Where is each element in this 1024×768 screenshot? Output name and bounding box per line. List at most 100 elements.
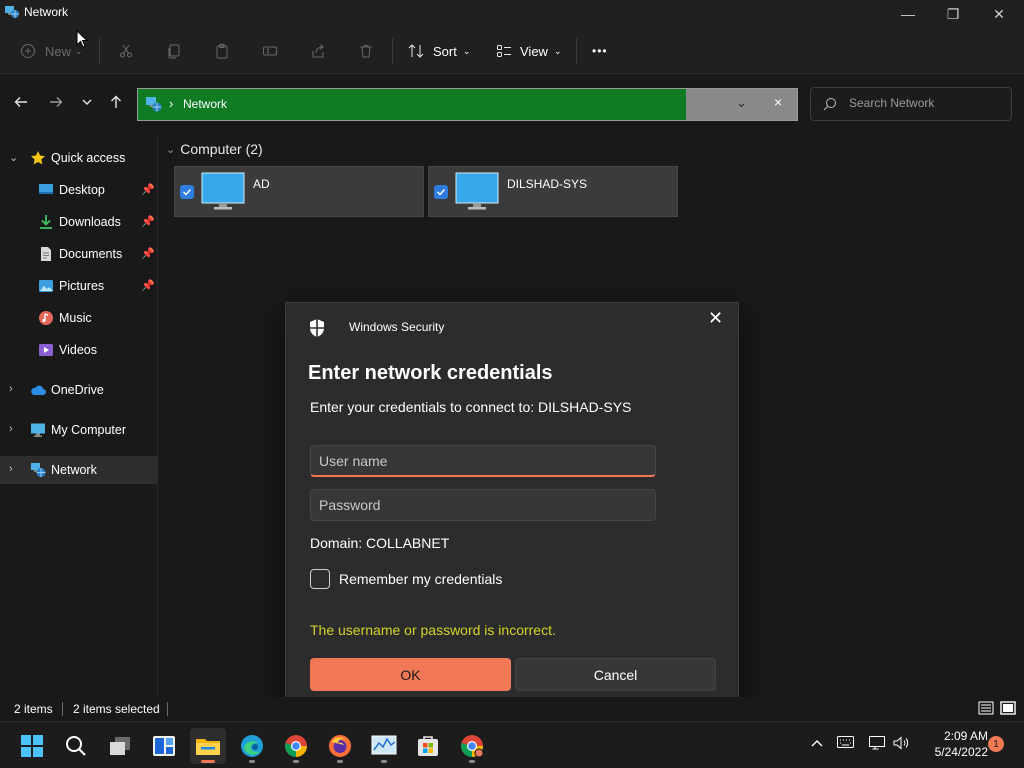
computer-tile-ad[interactable]: AD [174,166,424,217]
chevron-up-icon[interactable] [811,736,823,751]
pin-icon: 📌 [141,280,155,292]
firefox-button[interactable] [322,728,358,764]
folder-icon [196,739,220,755]
close-icon[interactable]: ✕ [708,308,723,329]
sidebar-item-pictures[interactable]: Pictures 📌 [0,272,157,300]
up-button[interactable] [104,90,128,114]
sidebar-item-my-computer[interactable]: › My Computer [0,416,157,444]
remember-credentials[interactable]: Remember my credentials [310,569,502,589]
running-indicator [337,760,343,763]
widgets-icon [153,736,175,756]
sidebar-item-videos[interactable]: Videos [0,336,157,364]
new-button[interactable]: New ⌄ [20,38,83,64]
share-button[interactable] [310,38,326,64]
recent-locations-button[interactable] [75,90,99,114]
username-field[interactable] [310,445,656,477]
search-box[interactable] [810,87,1012,121]
chevron-right-icon[interactable]: › [9,383,13,395]
sidebar-item-documents[interactable]: Documents 📌 [0,240,157,268]
volume-icon[interactable] [893,736,910,753]
notification-badge[interactable]: 1 [988,736,1004,752]
chrome-profile-button[interactable] [454,728,490,764]
search-icon [823,98,836,111]
pin-icon: 📌 [141,248,155,260]
group-header-computer[interactable]: ⌄ Computer (2) [166,141,263,157]
sort-button[interactable]: Sort ⌄ [408,38,470,64]
music-icon [39,311,53,325]
computer-tile-dilshad-sys[interactable]: DILSHAD-SYS [428,166,678,217]
sidebar-item-music[interactable]: Music [0,304,157,332]
paste-icon [216,44,228,59]
widgets-button[interactable] [146,728,182,764]
start-button[interactable] [14,728,50,764]
minimize-button[interactable]: — [885,0,931,28]
chart-icon [371,735,397,755]
more-options-button[interactable]: ••• [592,38,608,64]
rename-button[interactable] [262,38,278,64]
sidebar-item-label: Quick access [51,151,126,165]
password-field[interactable] [310,489,656,521]
sidebar-item-onedrive[interactable]: › OneDrive [0,376,157,404]
remember-label[interactable]: Remember my credentials [339,571,502,587]
search-button[interactable] [58,728,94,764]
status-divider [167,702,168,716]
maximize-button[interactable]: ❐ [930,0,976,28]
restore-icon: ❐ [946,5,960,22]
sidebar-item-label: Music [59,311,92,325]
keyboard-icon[interactable] [837,736,854,751]
sidebar-item-label: OneDrive [51,383,104,397]
chrome-button[interactable] [278,728,314,764]
chevron-right-icon[interactable]: › [9,463,13,475]
paste-button[interactable] [214,38,230,64]
address-bar[interactable]: › Network ⌄ × [137,88,798,121]
item-count: 2 items [14,702,53,716]
store-icon [418,736,438,756]
clock-time: 2:09 AM [943,729,988,743]
sidebar-item-desktop[interactable]: Desktop 📌 [0,176,157,204]
toolbar-divider [576,38,577,64]
close-button[interactable]: ✕ [976,0,1022,28]
active-indicator [201,760,215,763]
sort-label: Sort [433,43,457,59]
view-button[interactable]: View ⌄ [496,38,562,64]
credentials-dialog: Windows Security ✕ Enter network credent… [285,302,739,712]
chevron-right-icon[interactable]: › [9,423,13,435]
back-button[interactable] [9,90,33,114]
breadcrumb-network[interactable]: Network [183,97,227,111]
cancel-button[interactable]: Cancel [515,658,716,691]
close-icon[interactable]: × [774,94,782,110]
sidebar-item-downloads[interactable]: Downloads 📌 [0,208,157,236]
domain-label: Domain: COLLABNET [310,535,450,551]
username-input[interactable] [319,453,639,469]
scissors-icon [120,44,132,58]
details-view-icon[interactable] [978,701,994,715]
forward-button[interactable] [44,90,68,114]
share-icon [312,44,324,58]
store-button[interactable] [410,728,446,764]
running-indicator [293,760,299,763]
tiles-view-icon[interactable] [1000,701,1016,715]
shield-icon [310,319,324,337]
item-checkbox[interactable] [434,185,448,199]
sort-icon [408,44,424,58]
search-input[interactable] [849,96,999,110]
rename-icon [263,46,277,56]
sidebar-item-network[interactable]: › Network [0,456,157,484]
network-status-icon[interactable] [869,736,886,753]
copy-button[interactable] [166,38,182,64]
ok-button[interactable]: OK [310,658,511,691]
delete-button[interactable] [358,38,374,64]
task-view-button[interactable] [102,728,138,764]
performance-monitor-button[interactable] [366,728,402,764]
file-explorer-button[interactable] [190,728,226,764]
sidebar-item-quick-access[interactable]: ⌄ Quick access [0,144,157,172]
password-input[interactable] [319,497,639,513]
chevron-down-icon[interactable]: ⌄ [736,95,747,111]
chevron-down-icon[interactable]: ⌄ [9,151,18,164]
cut-button[interactable] [118,38,134,64]
chrome-icon [285,735,307,757]
clock[interactable]: 2:09 AM 5/24/2022 [916,728,988,760]
item-checkbox[interactable] [180,185,194,199]
edge-button[interactable] [234,728,270,764]
remember-checkbox[interactable] [310,569,330,589]
